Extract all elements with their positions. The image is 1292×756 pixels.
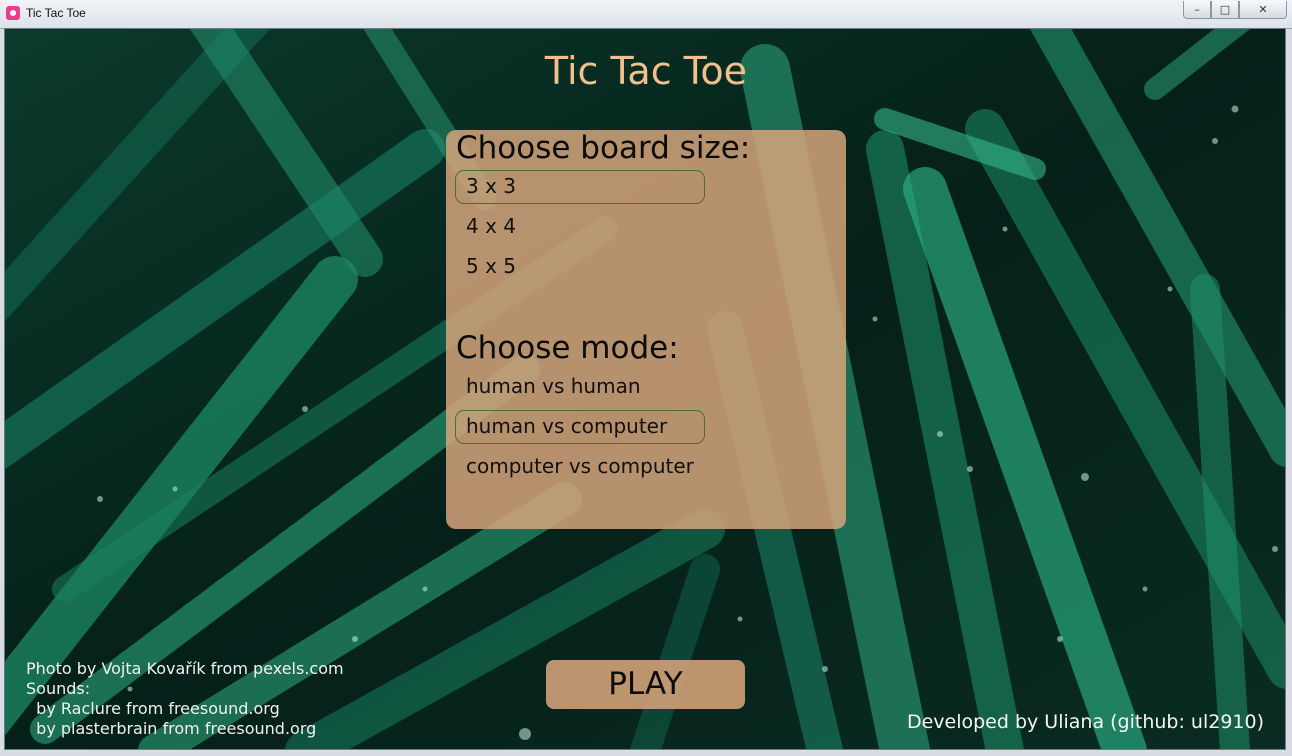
- board-size-option-4x4[interactable]: 4 x 4: [455, 210, 705, 244]
- game-title: Tic Tac Toe: [544, 49, 748, 93]
- board-size-option-5x5[interactable]: 5 x 5: [455, 250, 705, 284]
- mode-option-human-vs-computer[interactable]: human vs computer: [455, 410, 705, 444]
- photo-credit: Photo by Vojta Kovařík from pexels.com: [26, 659, 344, 678]
- mode-option-computer-vs-computer[interactable]: computer vs computer: [455, 450, 705, 484]
- sound-credit-1: by Raclure from freesound.org: [26, 699, 280, 718]
- settings-panel: Choose board size: 3 x 3 4 x 4 5 x 5 Cho…: [446, 130, 846, 529]
- sounds-label: Sounds:: [26, 679, 91, 698]
- game-window: Tic Tac Toe Choose board size: 3 x 3 4 x…: [4, 28, 1286, 750]
- board-size-option-3x3[interactable]: 3 x 3: [455, 170, 705, 204]
- window-title: Tic Tac Toe: [26, 6, 86, 20]
- window-titlebar: Tic Tac Toe – □ ✕: [0, 0, 1292, 29]
- play-button[interactable]: PLAY: [546, 660, 745, 709]
- mode-heading: Choose mode:: [456, 330, 679, 366]
- maximize-button[interactable]: □: [1211, 1, 1239, 19]
- minimize-button[interactable]: –: [1183, 1, 1211, 19]
- mode-option-human-vs-human[interactable]: human vs human: [455, 370, 705, 404]
- developer-credit: Developed by Uliana (github: ul2910): [906, 711, 1264, 733]
- credits: Photo by Vojta Kovařík from pexels.com S…: [26, 659, 344, 739]
- app-icon: [6, 6, 20, 20]
- board-size-heading: Choose board size:: [456, 130, 751, 166]
- close-button[interactable]: ✕: [1239, 1, 1287, 19]
- sound-credit-2: by plasterbrain from freesound.org: [26, 719, 317, 738]
